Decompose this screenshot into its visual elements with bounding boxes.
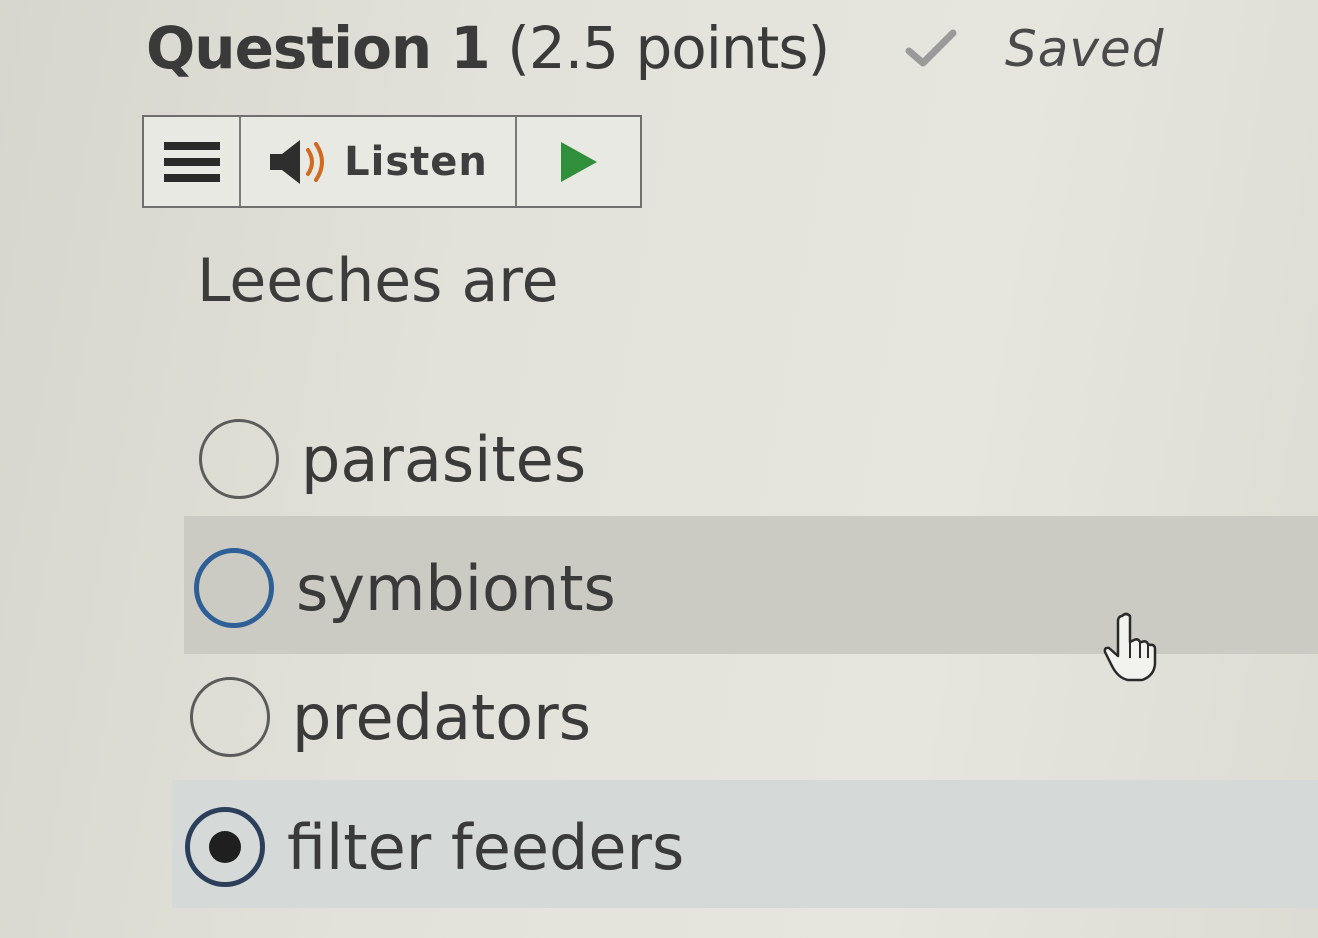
toolbar-menu-button[interactable] [144,117,241,206]
option-predators[interactable]: predators [190,677,591,757]
option-filter-feeders[interactable]: filter feeders [185,807,684,887]
listen-label: Listen [344,138,488,185]
option-symbionts[interactable]: symbionts [194,548,616,628]
radio-selected-dot [209,831,241,863]
saved-label: Saved [1005,20,1165,78]
play-icon [560,141,597,182]
check-icon [905,29,957,67]
play-button[interactable] [517,117,640,206]
save-status: Saved [905,14,1164,84]
hand-pointer-icon [1103,612,1157,682]
radio-button[interactable] [199,419,279,499]
quiz-page: Question 1 (2.5 points) Saved Listen Lee… [0,0,1318,938]
question-points: (2.5 points) [507,14,830,82]
option-label: filter feeders [287,810,685,884]
radio-button-selected[interactable] [185,807,265,887]
option-label: predators [292,680,592,754]
question-number: Question 1 [146,14,491,82]
radio-button[interactable] [190,677,270,757]
option-label: symbionts [296,551,616,625]
question-title: Question 1 (2.5 points) [146,14,830,82]
radio-button[interactable] [194,548,274,628]
question-prompt: Leeches are [197,246,559,316]
menu-icon [163,141,220,182]
question-header: Question 1 (2.5 points) [146,8,830,88]
speaker-icon [270,139,325,184]
listen-button[interactable]: Listen [241,117,517,206]
read-aloud-toolbar: Listen [142,115,642,208]
option-parasites[interactable]: parasites [199,419,586,499]
option-label: parasites [301,422,587,496]
